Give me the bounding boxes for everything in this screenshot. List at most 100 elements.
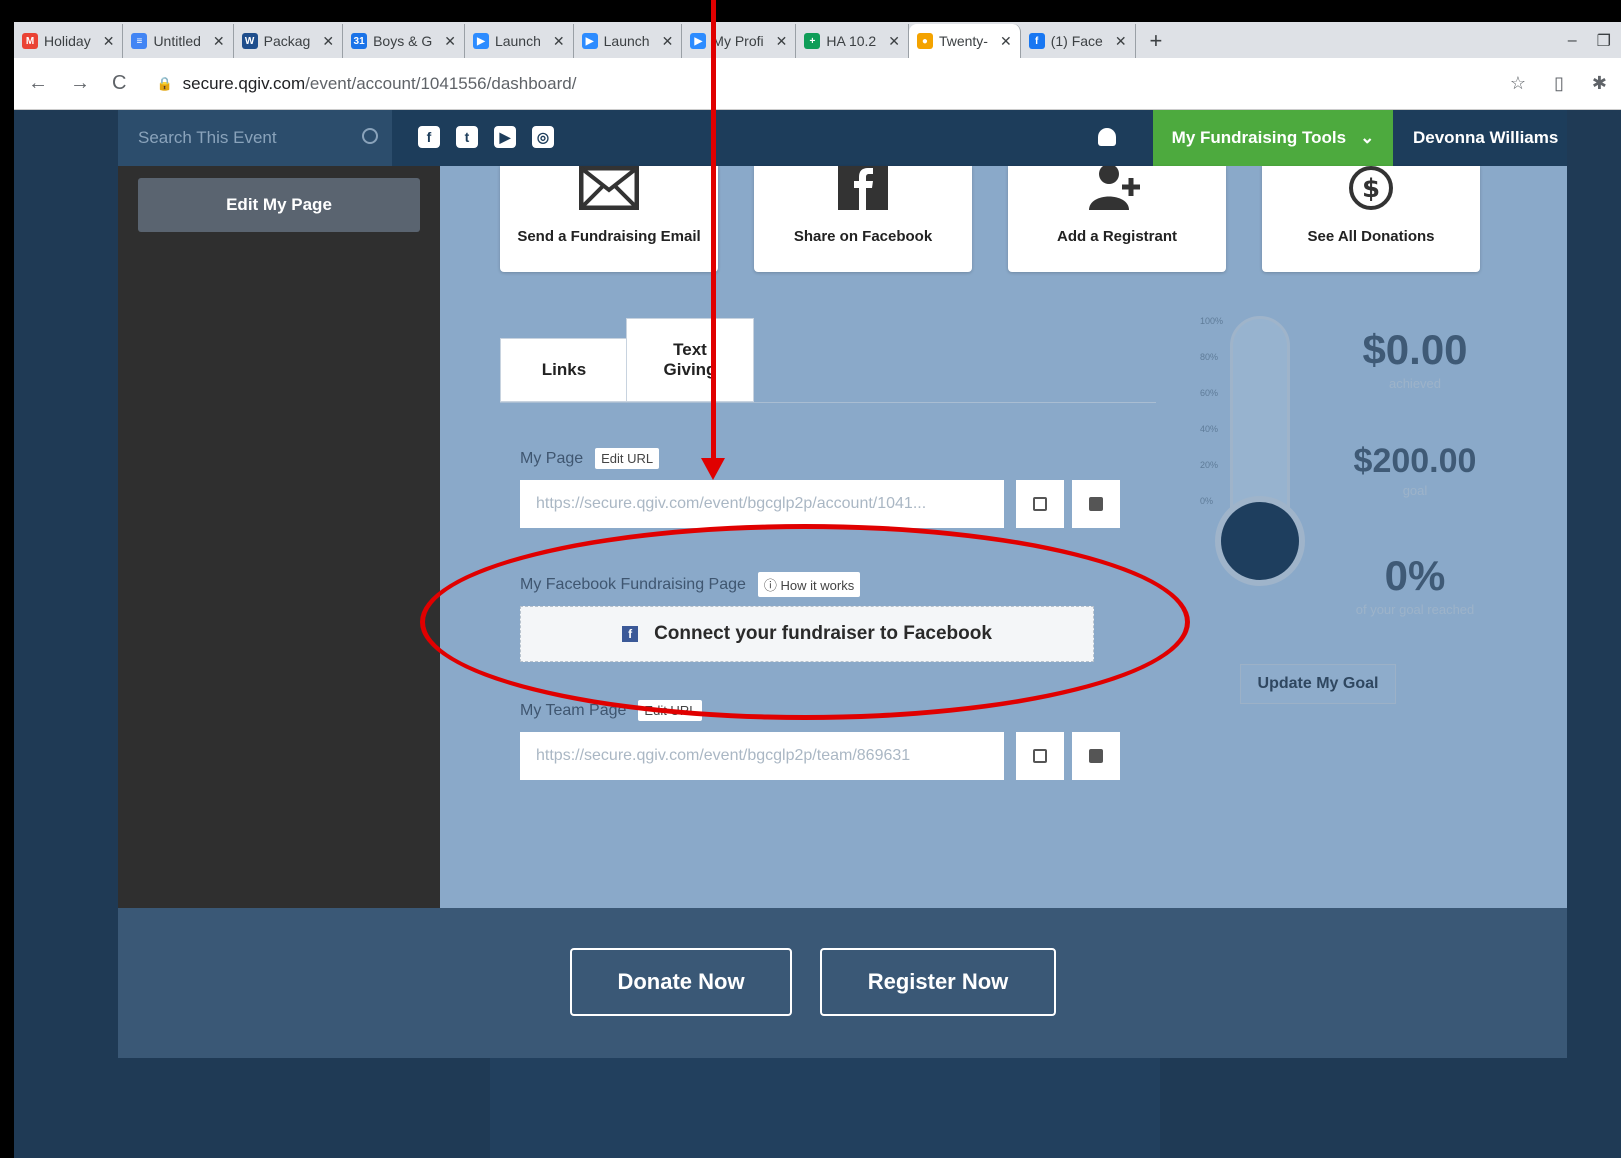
url-field[interactable]: 🔒 secure.qgiv.com/event/account/1041556/… xyxy=(156,74,576,94)
browser-tab-label: Twenty- xyxy=(938,33,988,49)
tab-links[interactable]: Links xyxy=(500,338,628,402)
search-icon[interactable] xyxy=(362,128,378,144)
minimize-icon[interactable]: – xyxy=(1568,32,1577,50)
close-icon[interactable]: ✕ xyxy=(103,33,115,50)
my-fundraising-tools-button[interactable]: My Fundraising Tools ⌄ xyxy=(1153,110,1393,166)
close-icon[interactable]: ✕ xyxy=(888,33,900,50)
tick-label: 20% xyxy=(1200,460,1219,470)
browser-tab-label: Holiday xyxy=(44,33,91,49)
see-donations-card[interactable]: $ See All Donations xyxy=(1262,166,1480,272)
copy-icon[interactable] xyxy=(1016,732,1064,780)
browser-tab-bar: M Holiday ✕ ≡ Untitled ✕ W Packag ✕ 31 Boys & G ✕ ▶ L… xyxy=(14,22,1621,58)
close-icon[interactable]: ✕ xyxy=(553,33,565,50)
envelope-icon xyxy=(579,166,639,210)
bookmark-star-icon[interactable]: ☆ xyxy=(1510,73,1526,94)
zoom-icon: ▶ xyxy=(690,33,707,49)
address-bar: ← → C 🔒 secure.qgiv.com/event/account/10… xyxy=(14,58,1621,110)
search-input[interactable]: Search This Event xyxy=(118,110,392,166)
browser-tab-label: Launch xyxy=(603,33,650,49)
add-registrant-card[interactable]: Add a Registrant xyxy=(1008,166,1226,272)
tick-label: 100% xyxy=(1200,316,1224,326)
user-name[interactable]: Devonna Williams xyxy=(1413,110,1558,166)
close-icon[interactable]: ✕ xyxy=(1115,33,1127,50)
update-goal-button[interactable]: Update My Goal xyxy=(1240,664,1396,704)
browser-tab[interactable]: ▶ My Profi ✕ xyxy=(682,24,797,58)
dollar-icon: $ xyxy=(1341,166,1401,210)
browser-tab-label: HA 10.2 xyxy=(826,33,877,49)
open-link-icon[interactable] xyxy=(1072,732,1120,780)
percent-label: of your goal reached xyxy=(1355,602,1475,617)
lock-icon: 🔒 xyxy=(156,75,173,91)
site-header: Search This Event f t ▶ ◎ My Fundraising… xyxy=(118,110,1567,166)
percent-stat: 0% of your goal reached xyxy=(1300,552,1530,617)
register-now-button[interactable]: Register Now xyxy=(820,948,1056,1016)
browser-tab[interactable]: ● Twenty- ✕ xyxy=(908,24,1021,58)
achieved-amount: $0.00 xyxy=(1362,326,1468,373)
open-link-icon[interactable] xyxy=(1072,480,1120,528)
facebook-icon: f xyxy=(1028,33,1045,49)
youtube-icon[interactable]: ▶ xyxy=(494,126,516,148)
close-icon[interactable]: ✕ xyxy=(322,33,334,50)
instagram-icon[interactable]: ◎ xyxy=(532,126,554,148)
browser-tab[interactable]: W Packag ✕ xyxy=(234,24,344,58)
forward-icon[interactable]: → xyxy=(70,72,90,95)
window-controls: – ❐ xyxy=(1568,24,1621,58)
close-icon[interactable]: ✕ xyxy=(776,33,788,50)
tab-text-giving[interactable]: Text Giving xyxy=(626,318,754,402)
edit-url-button[interactable]: Edit URL xyxy=(595,448,660,469)
twitter-icon[interactable]: t xyxy=(456,126,478,148)
reload-icon[interactable]: C xyxy=(112,72,126,95)
tools-label: My Fundraising Tools xyxy=(1171,128,1347,147)
close-icon[interactable]: ✕ xyxy=(662,33,674,50)
left-sidebar: Edit My Page xyxy=(118,166,440,938)
goal-stat: $200.00 goal xyxy=(1300,442,1530,498)
calendar-icon: 31 xyxy=(351,33,368,49)
url-path: /event/account/1041556/dashboard/ xyxy=(305,73,577,93)
browser-tab-label: (1) Face xyxy=(1050,33,1103,49)
tick-label: 60% xyxy=(1200,388,1219,398)
my-page-label: My Page xyxy=(520,449,584,467)
browser-tab[interactable]: + HA 10.2 ✕ xyxy=(796,24,909,58)
close-icon[interactable]: ✕ xyxy=(1000,33,1012,50)
achieved-stat: $0.00 achieved xyxy=(1300,326,1530,391)
puzzle-icon[interactable]: ✱ xyxy=(1592,73,1607,94)
browser-tab[interactable]: f (1) Face ✕ xyxy=(1021,24,1136,58)
achieved-label: achieved xyxy=(1388,376,1442,391)
browser-tab[interactable]: ≡ Untitled ✕ xyxy=(123,24,234,58)
facebook-icon[interactable]: f xyxy=(418,126,440,148)
extension-icon[interactable]: ▯ xyxy=(1554,73,1564,94)
my-page-label-row: My Page Edit URL xyxy=(520,448,660,469)
tick-label: 80% xyxy=(1200,352,1219,362)
send-email-card[interactable]: Send a Fundraising Email xyxy=(500,166,718,272)
back-icon[interactable]: ← xyxy=(28,72,48,95)
copy-icon[interactable] xyxy=(1016,480,1064,528)
donate-now-button[interactable]: Donate Now xyxy=(570,948,792,1016)
svg-text:$: $ xyxy=(1362,174,1380,204)
search-placeholder: Search This Event xyxy=(138,128,277,147)
qgiv-icon: ● xyxy=(916,33,933,49)
browser-tab-label: My Profi xyxy=(712,33,764,49)
annotation-ellipse xyxy=(420,524,1190,720)
footer-band: Donate Now Register Now xyxy=(118,908,1567,1058)
browser-tab[interactable]: ▶ Launch ✕ xyxy=(574,24,683,58)
card-label: Share on Facebook xyxy=(793,228,933,245)
card-label: See All Donations xyxy=(1307,228,1435,245)
edit-my-page-button[interactable]: Edit My Page xyxy=(138,178,420,232)
tick-label: 40% xyxy=(1200,424,1219,434)
browser-tab-label: Packag xyxy=(263,33,311,49)
team-page-url-input[interactable]: https://secure.qgiv.com/event/bgcglp2p/t… xyxy=(520,732,1004,780)
restore-icon[interactable]: ❐ xyxy=(1597,31,1611,51)
browser-tab[interactable]: 31 Boys & G ✕ xyxy=(343,24,465,58)
tick-label: 0% xyxy=(1200,496,1214,506)
close-icon[interactable]: ✕ xyxy=(444,33,456,50)
browser-tab[interactable]: ▶ Launch ✕ xyxy=(465,24,574,58)
browser-tab[interactable]: M Holiday ✕ xyxy=(14,24,124,58)
close-icon[interactable]: ✕ xyxy=(213,33,225,50)
new-tab-button[interactable]: + xyxy=(1136,24,1177,58)
browser-tab-label: Boys & G xyxy=(373,33,433,49)
bottom-panel xyxy=(490,1058,1160,1158)
my-page-url-input[interactable]: https://secure.qgiv.com/event/bgcglp2p/a… xyxy=(520,480,1004,528)
share-facebook-card[interactable]: Share on Facebook xyxy=(754,166,972,272)
browser-tab-label: Untitled xyxy=(153,33,201,49)
avatar-icon[interactable] xyxy=(1098,128,1116,146)
